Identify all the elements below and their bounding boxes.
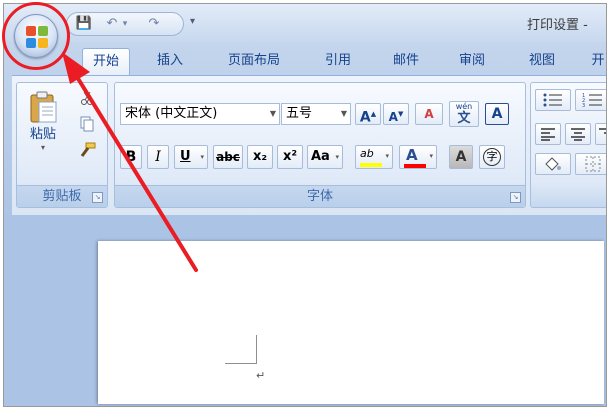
annotation-arrow <box>62 52 198 272</box>
